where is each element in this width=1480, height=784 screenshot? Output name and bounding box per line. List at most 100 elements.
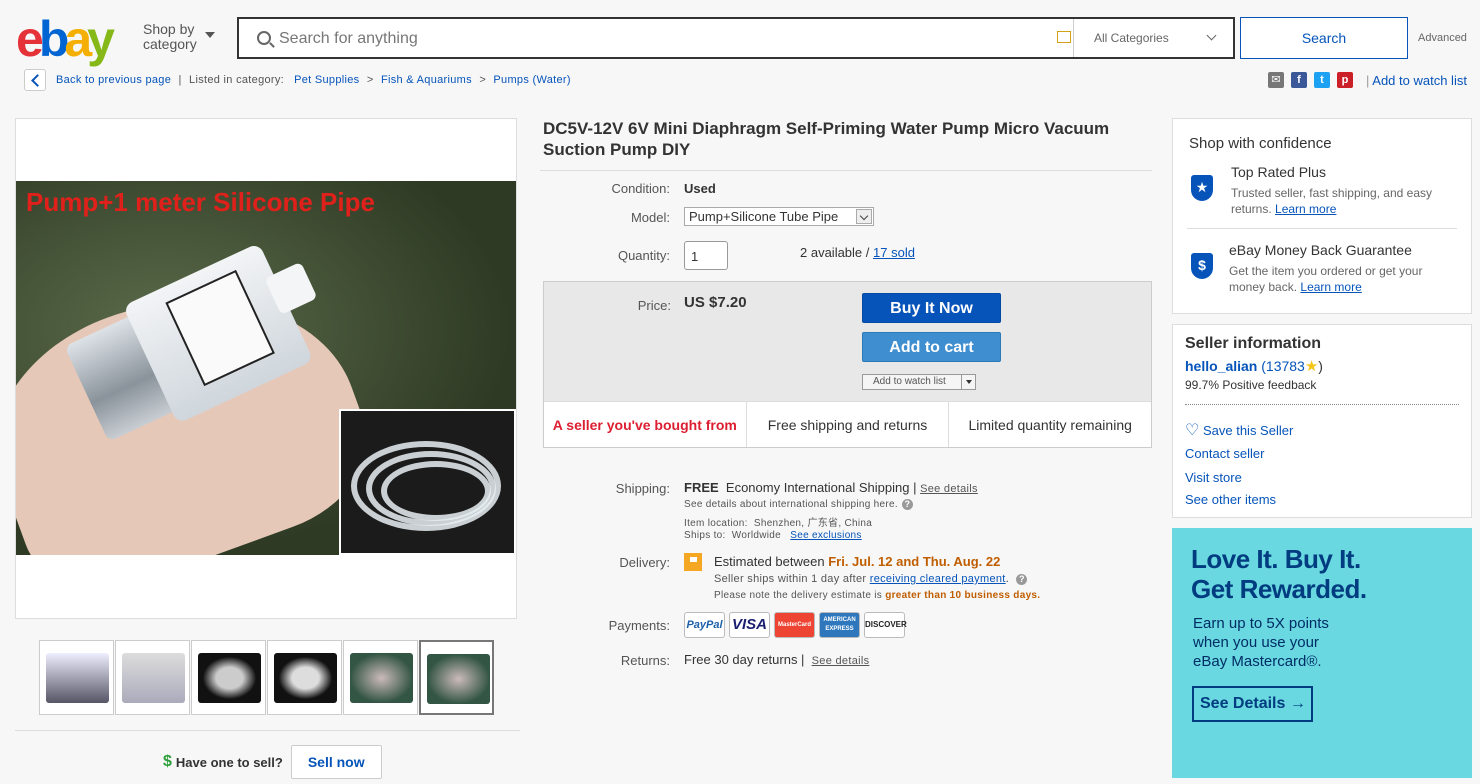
watch-list-link-top: | Add to watch list	[1366, 73, 1467, 88]
divider: |	[178, 74, 182, 86]
shop-with-confidence: Shop with confidence ★ Top Rated Plus Tr…	[1172, 118, 1472, 314]
seller-name-link[interactable]: hello_alian	[1185, 358, 1257, 374]
watch-label: Add to watch list	[873, 376, 946, 387]
search-input[interactable]	[279, 27, 1049, 51]
breadcrumb-pumps[interactable]: Pumps (Water)	[493, 74, 570, 86]
pinterest-icon[interactable]: p	[1337, 72, 1353, 88]
shipping-free: FREE	[684, 480, 719, 495]
receiving-payment-link[interactable]: receiving cleared payment	[870, 573, 1006, 585]
back-arrow-icon[interactable]	[24, 69, 46, 91]
have-one-to-sell: Have one to sell?	[175, 754, 283, 770]
delivery-estimate: Estimated between Fri. Jul. 12 and Thu. …	[714, 554, 1000, 569]
seller-ships-note: Seller ships within 1 day after receivin…	[714, 573, 1028, 585]
payments-label: Payments:	[608, 618, 670, 633]
logo-letter-b: b	[38, 11, 69, 67]
promo-line-1: Love It. Buy It.	[1191, 544, 1361, 574]
thumbnail[interactable]	[39, 640, 114, 715]
thumbnail-selected[interactable]	[419, 640, 494, 715]
logo-letter-y: y	[87, 11, 115, 67]
delivery-note-text: Please note the delivery estimate is	[714, 590, 883, 601]
returns-text: Free 30 day returns |	[684, 652, 805, 667]
top-rated-star-icon: ★	[1191, 175, 1213, 201]
category-select-value: All Categories	[1094, 31, 1169, 45]
close-paren: )	[1318, 358, 1323, 374]
thumbnail[interactable]	[343, 640, 418, 715]
main-product-image[interactable]: Pump+1 meter Silicone Pipe	[16, 181, 516, 555]
highlight-bought-from: A seller you've bought from	[544, 402, 747, 447]
highlight-free-shipping: Free shipping and returns	[747, 402, 950, 447]
see-other-items-link[interactable]: See other items	[1185, 492, 1276, 507]
advanced-search-link[interactable]: Advanced	[1418, 32, 1467, 44]
returns-value: Free 30 day returns | See details	[684, 652, 869, 667]
add-to-watch-list-link[interactable]: Add to watch list	[1372, 73, 1467, 88]
ships-to-value: Worldwide	[731, 530, 781, 541]
help-icon[interactable]: ?	[1016, 573, 1028, 585]
mastercard-promo[interactable]: Love It. Buy It. Get Rewarded. Earn up t…	[1172, 528, 1472, 778]
feedback-score[interactable]: (13783	[1261, 358, 1305, 374]
money-back-icon: $	[1191, 253, 1213, 279]
delivery-label: Delivery:	[619, 555, 670, 570]
contact-seller-link[interactable]: Contact seller	[1185, 446, 1264, 461]
seller-information: Seller information hello_alian (13783★) …	[1172, 324, 1472, 518]
shop-by-category[interactable]: Shop by category	[143, 21, 215, 52]
returns-see-details[interactable]: See details	[812, 655, 870, 667]
condition-value: Used	[684, 181, 716, 196]
breadcrumb: Back to previous page | Listed in catego…	[56, 74, 571, 86]
estimated-between: Estimated between	[714, 554, 825, 569]
model-select[interactable]: Pump+Silicone Tube Pipe	[684, 207, 874, 226]
breadcrumb-pet-supplies[interactable]: Pet Supplies	[294, 74, 359, 86]
twitter-icon[interactable]: t	[1314, 72, 1330, 88]
location-label: Item location:	[684, 518, 748, 529]
divider	[1187, 228, 1457, 229]
thumbnail[interactable]	[267, 640, 342, 715]
image-search-icon[interactable]	[1057, 31, 1071, 43]
thumbnail[interactable]	[191, 640, 266, 715]
category-select[interactable]: All Categories	[1073, 19, 1233, 57]
chevron-down-icon[interactable]	[961, 375, 975, 389]
help-icon[interactable]: ?	[901, 499, 913, 510]
email-icon[interactable]: ✉	[1268, 72, 1284, 88]
sell-now-button[interactable]: Sell now	[290, 745, 382, 779]
image-panel: Pump+1 meter Silicone Pipe	[15, 118, 517, 619]
heart-icon[interactable]: ♡	[1185, 422, 1199, 439]
see-exclusions-link[interactable]: See exclusions	[790, 530, 861, 541]
quantity-input[interactable]: 1	[684, 241, 728, 270]
learn-more-link[interactable]: Learn more	[1275, 202, 1336, 216]
promo-sm-3: eBay Mastercard®.	[1193, 653, 1322, 670]
shipping-label: Shipping:	[615, 481, 670, 496]
shop-by-label: Shop by	[143, 21, 195, 37]
shipping-see-details[interactable]: See details	[920, 483, 978, 495]
thumbnail[interactable]	[115, 640, 190, 715]
top-rated-plus-text: Trusted seller, fast shipping, and easy …	[1231, 185, 1456, 217]
back-link[interactable]: Back to previous page	[56, 74, 171, 86]
promo-sm-2: when you use your	[1193, 634, 1319, 651]
flag-icon	[684, 553, 702, 571]
thumbnail-image	[274, 653, 337, 703]
buy-it-now-button[interactable]: Buy It Now	[862, 293, 1001, 323]
ebay-logo[interactable]: ebay	[16, 14, 136, 64]
breadcrumb-fish-aquariums[interactable]: Fish & Aquariums	[381, 74, 472, 86]
thumbnail-image	[46, 653, 109, 703]
search-icon	[257, 31, 271, 45]
money-back-text: Get the item you ordered or get your mon…	[1229, 263, 1459, 295]
delivery-note: Please note the delivery estimate is gre…	[714, 590, 1040, 601]
sold-count-link[interactable]: 17 sold	[873, 245, 915, 260]
item-location: Item location: Shenzhen, 广东省, China	[684, 514, 872, 529]
amex-icon: AMERICAN EXPRESS	[819, 612, 860, 638]
add-to-cart-button[interactable]: Add to cart	[862, 332, 1001, 362]
facebook-icon[interactable]: f	[1291, 72, 1307, 88]
learn-more-link-2[interactable]: Learn more	[1300, 280, 1361, 294]
save-seller-link[interactable]: Save this Seller	[1203, 423, 1293, 438]
add-to-watch-list-button[interactable]: Add to watch list	[862, 374, 976, 390]
share-icons: ✉ f t p	[1268, 72, 1353, 88]
see-details-button[interactable]: See Details →	[1192, 686, 1313, 722]
ships-to: Ships to: Worldwide See exclusions	[684, 530, 862, 541]
search-button[interactable]: Search	[1240, 17, 1408, 59]
image-caption: Pump+1 meter Silicone Pipe	[26, 187, 375, 217]
logo-letter-e: e	[16, 11, 44, 67]
quantity-label: Quantity:	[617, 248, 670, 263]
tube-inset-image	[339, 409, 516, 555]
condition-label: Condition:	[611, 181, 670, 196]
visit-store-link[interactable]: Visit store	[1185, 470, 1242, 485]
divider	[540, 170, 1152, 171]
